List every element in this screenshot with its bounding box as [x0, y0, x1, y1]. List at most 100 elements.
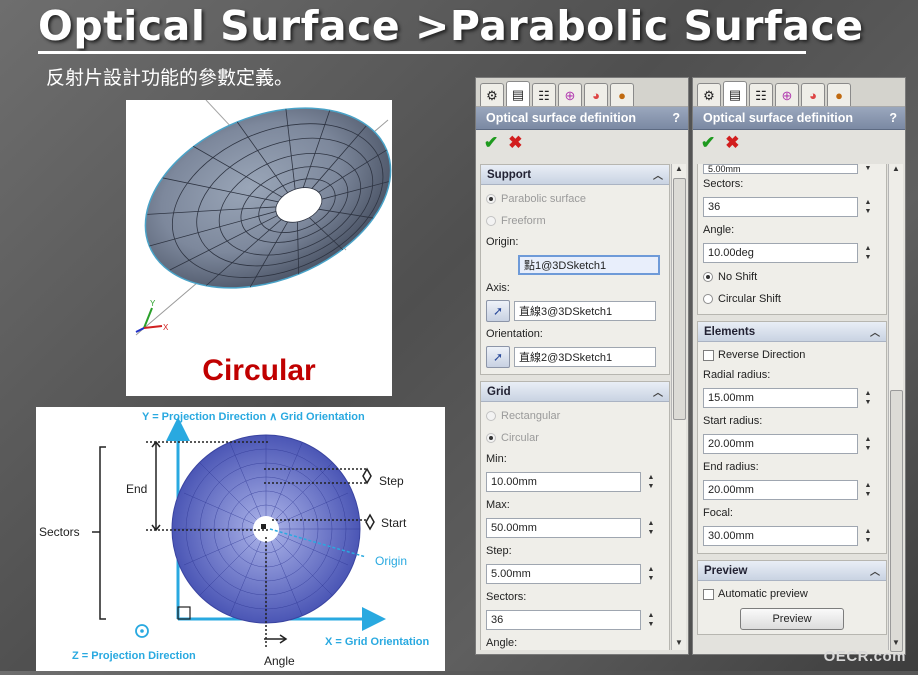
start-radius-spinner-icon[interactable]: ▲ ▼: [862, 433, 874, 455]
checkbox-icon[interactable]: [703, 349, 714, 361]
radio-icon[interactable]: [703, 294, 713, 304]
radio-icon[interactable]: [486, 194, 496, 204]
orientation-pick-arrow-icon[interactable]: ➚: [486, 346, 510, 368]
axis-row: ➚ 直線3@3DSketch1: [486, 298, 664, 324]
step-spinner-icon[interactable]: ▲ ▼: [645, 563, 657, 585]
elements-group: Elements ︿ Reverse Direction Radial radi…: [697, 321, 887, 554]
scroll-down-arrow-icon[interactable]: ▼: [672, 638, 686, 650]
cancel-x-icon[interactable]: ✖: [508, 133, 522, 153]
sectors-input[interactable]: 36: [486, 610, 641, 630]
sphere-tab-icon[interactable]: ●: [827, 83, 851, 106]
slide-subtitle: 反射片設計功能的參數定義。: [46, 67, 294, 89]
min-spinner-icon[interactable]: ▲ ▼: [645, 471, 657, 493]
reverse-direction-checkbox[interactable]: Reverse Direction: [703, 345, 881, 365]
radial-radius-spinner-icon[interactable]: ▲ ▼: [862, 387, 874, 409]
preview-title: Preview: [704, 564, 748, 577]
left-ok-cancel-row: ✔ ✖: [476, 130, 688, 156]
axis-selection-box[interactable]: 直線3@3DSketch1: [514, 301, 656, 321]
x-axis-label: X = Grid Orientation: [325, 636, 429, 648]
cancel-x-icon[interactable]: ✖: [725, 133, 739, 153]
min-row: 10.00mm ▲ ▼: [486, 469, 664, 495]
orientation-selection-box[interactable]: 直線2@3DSketch1: [514, 347, 656, 367]
parabolic-surface-radio[interactable]: Parabolic surface: [486, 188, 664, 210]
target-tab-icon[interactable]: ⊕: [775, 83, 799, 106]
right-panel-header: Optical surface definition ?: [693, 107, 905, 130]
origin-selection-box[interactable]: 點1@3DSketch1: [518, 255, 660, 275]
radio-icon[interactable]: [486, 411, 496, 421]
radio-icon[interactable]: [486, 433, 496, 443]
configuration-tab-icon[interactable]: ☷: [749, 83, 773, 106]
end-radius-spinner-icon[interactable]: ▲ ▼: [862, 479, 874, 501]
min-input[interactable]: 10.00mm: [486, 472, 641, 492]
support-group-header[interactable]: Support ︿: [481, 165, 669, 185]
slide-title: Optical Surface >Parabolic Surface: [38, 2, 864, 50]
scroll-up-arrow-icon[interactable]: ▲: [672, 164, 686, 176]
circular-radio[interactable]: Circular: [486, 427, 664, 449]
preview-group: Preview ︿ Automatic preview Preview: [697, 560, 887, 635]
start-radius-input[interactable]: 20.00mm: [703, 434, 858, 454]
sectors-spinner-icon[interactable]: ▲ ▼: [645, 609, 657, 631]
feature-manager-tab-icon[interactable]: ⚙: [480, 83, 504, 106]
sectors-label: Sectors: [39, 525, 80, 539]
step-input[interactable]: 5.00mm: [486, 564, 641, 584]
no-shift-radio[interactable]: No Shift: [703, 266, 881, 288]
radio-icon[interactable]: [486, 216, 496, 226]
help-icon[interactable]: ?: [672, 111, 680, 125]
target-tab-icon[interactable]: ⊕: [558, 83, 582, 106]
appearance-tab-icon[interactable]: ◕: [584, 83, 608, 106]
partial-step-input[interactable]: 5.00mm: [703, 164, 858, 174]
feature-manager-tab-icon[interactable]: ⚙: [697, 83, 721, 106]
focal-input[interactable]: 30.00mm: [703, 526, 858, 546]
rectangular-radio[interactable]: Rectangular: [486, 405, 664, 427]
left-vertical-scrollbar[interactable]: ▲ ▼: [671, 164, 686, 650]
elements-group-header[interactable]: Elements ︿: [698, 322, 886, 342]
scroll-thumb[interactable]: [890, 390, 903, 652]
grid-group-header[interactable]: Grid ︿: [481, 382, 669, 402]
radio-icon[interactable]: [703, 272, 713, 282]
z-label: Z = Projection Direction: [72, 650, 196, 662]
max-input[interactable]: 50.00mm: [486, 518, 641, 538]
circular-shift-radio[interactable]: Circular Shift: [703, 288, 881, 310]
collapse-chevron-icon[interactable]: ︿: [653, 384, 663, 399]
radial-radius-row: 15.00mm ▲ ▼: [703, 385, 881, 411]
help-icon[interactable]: ?: [889, 111, 897, 125]
dish-image-card: Y X Circular: [126, 99, 392, 396]
axis-label: Axis:: [486, 282, 510, 294]
right-vertical-scrollbar[interactable]: ▲ ▼: [888, 164, 903, 652]
sectors-spinner-icon[interactable]: ▲ ▼: [862, 196, 874, 218]
checkbox-icon[interactable]: [703, 588, 714, 600]
angle-label: Angle: [264, 654, 295, 668]
preview-group-header[interactable]: Preview ︿: [698, 561, 886, 581]
sphere-tab-icon[interactable]: ●: [610, 83, 634, 106]
focal-spinner-icon[interactable]: ▲ ▼: [862, 525, 874, 547]
axis-pick-arrow-icon[interactable]: ➚: [486, 300, 510, 322]
sectors-input[interactable]: 36: [703, 197, 858, 217]
grid-title: Grid: [487, 385, 511, 398]
step-label: Step:: [486, 545, 512, 557]
max-spinner-icon[interactable]: ▲ ▼: [645, 517, 657, 539]
ok-check-icon[interactable]: ✔: [701, 133, 715, 153]
min-label: Min:: [486, 453, 507, 465]
collapse-chevron-icon[interactable]: ︿: [653, 167, 663, 182]
appearance-tab-icon[interactable]: ◕: [801, 83, 825, 106]
ok-check-icon[interactable]: ✔: [484, 133, 498, 153]
svg-text:X: X: [163, 323, 169, 332]
end-radius-input[interactable]: 20.00mm: [703, 480, 858, 500]
partial-spinner-icon[interactable]: ▼: [862, 164, 874, 174]
support-title: Support: [487, 168, 532, 181]
radial-radius-input[interactable]: 15.00mm: [703, 388, 858, 408]
property-manager-tab-icon[interactable]: ▤: [723, 81, 747, 106]
radial-radius-label: Radial radius:: [703, 369, 771, 381]
automatic-preview-checkbox[interactable]: Automatic preview: [703, 584, 881, 604]
configuration-tab-icon[interactable]: ☷: [532, 83, 556, 106]
scroll-up-arrow-icon[interactable]: ▲: [889, 164, 903, 176]
collapse-chevron-icon[interactable]: ︿: [870, 563, 880, 578]
angle-spinner-icon[interactable]: ▲ ▼: [862, 242, 874, 264]
preview-button[interactable]: Preview: [740, 608, 844, 630]
scroll-thumb[interactable]: [673, 178, 686, 420]
right-scroll-content: 5.00mm ▼ Sectors: 36 ▲ ▼ Angle: 10.00deg …: [697, 164, 887, 650]
collapse-chevron-icon[interactable]: ︿: [870, 324, 880, 339]
property-manager-tab-icon[interactable]: ▤: [506, 81, 530, 106]
freeform-radio[interactable]: Freeform: [486, 210, 664, 232]
angle-input[interactable]: 10.00deg: [703, 243, 858, 263]
